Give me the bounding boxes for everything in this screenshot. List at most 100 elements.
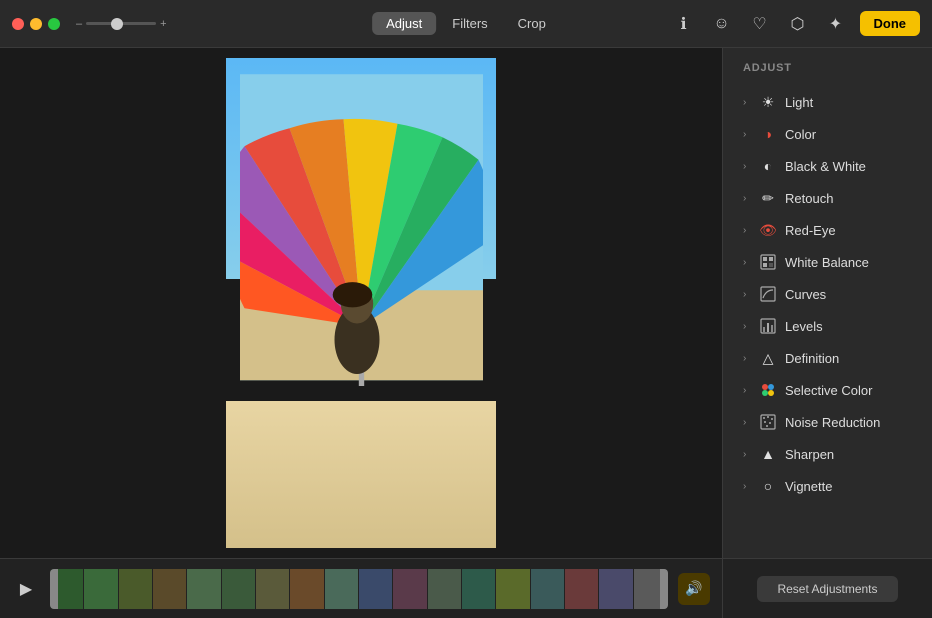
- chevron-icon: ›: [743, 481, 753, 492]
- white-balance-label: White Balance: [785, 255, 869, 270]
- adjust-item-noise-reduction[interactable]: › Noise Reduction: [727, 406, 928, 438]
- adjust-tab[interactable]: Adjust: [372, 12, 436, 35]
- adjust-item-light[interactable]: › ☀ Light: [727, 86, 928, 118]
- filmstrip-frame: [290, 569, 324, 609]
- color-label: Color: [785, 127, 816, 142]
- definition-label: Definition: [785, 351, 839, 366]
- filmstrip-frame: [256, 569, 290, 609]
- brightness-max-icon: +: [160, 18, 166, 30]
- chevron-icon: ›: [743, 321, 753, 332]
- done-button[interactable]: Done: [860, 11, 921, 36]
- retouch-label: Retouch: [785, 191, 833, 206]
- filmstrip-frame: [428, 569, 462, 609]
- brightness-slider[interactable]: [86, 22, 156, 25]
- definition-icon: △: [759, 349, 777, 367]
- bottom-left: ▶: [0, 558, 722, 618]
- curves-label: Curves: [785, 287, 826, 302]
- adjust-item-white-balance[interactable]: › White Balance: [727, 246, 928, 278]
- adjust-item-black-white[interactable]: › ◐ Black & White: [727, 150, 928, 182]
- filmstrip-frame: [187, 569, 221, 609]
- main-content: ADJUST › ☀ Light › ◑ Color › ◐ Black & W…: [0, 48, 932, 558]
- filmstrip-frame: [393, 569, 427, 609]
- maximize-button[interactable]: [48, 18, 60, 30]
- red-eye-label: Red-Eye: [785, 223, 836, 238]
- chevron-icon: ›: [743, 289, 753, 300]
- adjust-item-curves[interactable]: › Curves: [727, 278, 928, 310]
- filmstrip-frame: [496, 569, 530, 609]
- filmstrip-bracket-left: [50, 569, 58, 609]
- info-button[interactable]: ℹ: [670, 10, 698, 38]
- chevron-icon: ›: [743, 225, 753, 236]
- reset-adjustments-button[interactable]: Reset Adjustments: [757, 576, 897, 602]
- vignette-icon: ○: [759, 477, 777, 495]
- right-panel: ADJUST › ☀ Light › ◑ Color › ◐ Black & W…: [722, 48, 932, 558]
- minimize-button[interactable]: [30, 18, 42, 30]
- emoji-button[interactable]: ☺: [708, 10, 736, 38]
- chevron-icon: ›: [743, 449, 753, 460]
- adjust-list: › ☀ Light › ◑ Color › ◐ Black & White › …: [723, 82, 932, 558]
- adjust-item-sharpen[interactable]: › ▲ Sharpen: [727, 438, 928, 470]
- chevron-icon: ›: [743, 161, 753, 172]
- settings-icon-button[interactable]: ✦: [822, 10, 850, 38]
- filmstrip-frame: [84, 569, 118, 609]
- brightness-min-icon: –: [76, 18, 82, 30]
- image-area: [0, 48, 722, 558]
- levels-icon: [759, 317, 777, 335]
- sand-background: [226, 401, 496, 548]
- chevron-icon: ›: [743, 193, 753, 204]
- photo-image: [226, 58, 496, 548]
- filters-tab[interactable]: Filters: [438, 12, 501, 35]
- light-label: Light: [785, 95, 813, 110]
- adjust-item-retouch[interactable]: › ✏ Retouch: [727, 182, 928, 214]
- chevron-icon: ›: [743, 385, 753, 396]
- adjust-item-vignette[interactable]: › ○ Vignette: [727, 470, 928, 502]
- brightness-control: – +: [76, 18, 167, 30]
- toolbar-right: ℹ ☺ ♡ ⬡ ✦ Done: [670, 10, 921, 38]
- chevron-icon: ›: [743, 129, 753, 140]
- retouch-icon: ✏: [759, 189, 777, 207]
- chevron-icon: ›: [743, 97, 753, 108]
- photo-container: [226, 58, 496, 548]
- red-eye-icon: 👁: [759, 221, 777, 239]
- vignette-label: Vignette: [785, 479, 832, 494]
- selective-color-label: Selective Color: [785, 383, 872, 398]
- adjust-item-color[interactable]: › ◑ Color: [727, 118, 928, 150]
- light-icon: ☀: [759, 93, 777, 111]
- adjust-item-selective-color[interactable]: › Selective Color: [727, 374, 928, 406]
- filmstrip-track: [50, 569, 668, 609]
- chevron-icon: ›: [743, 353, 753, 364]
- curves-icon: [759, 285, 777, 303]
- chevron-icon: ›: [743, 417, 753, 428]
- crop-tab[interactable]: Crop: [504, 12, 560, 35]
- adjust-item-levels[interactable]: › Levels: [727, 310, 928, 342]
- play-button[interactable]: ▶: [12, 575, 40, 603]
- filmstrip-frame: [565, 569, 599, 609]
- filmstrip-frame: [222, 569, 256, 609]
- filmstrip-bracket-right: [660, 569, 668, 609]
- sharpen-icon: ▲: [759, 445, 777, 463]
- adjust-item-red-eye[interactable]: › 👁 Red-Eye: [727, 214, 928, 246]
- white-balance-icon: [759, 253, 777, 271]
- filmstrip-frame: [599, 569, 633, 609]
- toolbar-center: Adjust Filters Crop: [372, 12, 560, 35]
- adjust-item-definition[interactable]: › △ Definition: [727, 342, 928, 374]
- close-button[interactable]: [12, 18, 24, 30]
- filmstrip[interactable]: [50, 569, 668, 609]
- traffic-lights: [12, 18, 60, 30]
- filmstrip-frame: [119, 569, 153, 609]
- levels-label: Levels: [785, 319, 823, 334]
- crop-icon-button[interactable]: ⬡: [784, 10, 812, 38]
- favorite-button[interactable]: ♡: [746, 10, 774, 38]
- filmstrip-frame: [153, 569, 187, 609]
- filmstrip-frame: [531, 569, 565, 609]
- panel-header: ADJUST: [723, 48, 932, 82]
- bottom-container: ▶: [0, 558, 932, 618]
- umbrella-graphic: [240, 68, 483, 387]
- chevron-icon: ›: [743, 257, 753, 268]
- color-icon: ◑: [759, 125, 777, 143]
- volume-button[interactable]: 🔊: [678, 573, 710, 605]
- sharpen-label: Sharpen: [785, 447, 834, 462]
- bottom-right: Reset Adjustments: [722, 558, 932, 618]
- selective-color-icon: [759, 381, 777, 399]
- black-white-label: Black & White: [785, 159, 866, 174]
